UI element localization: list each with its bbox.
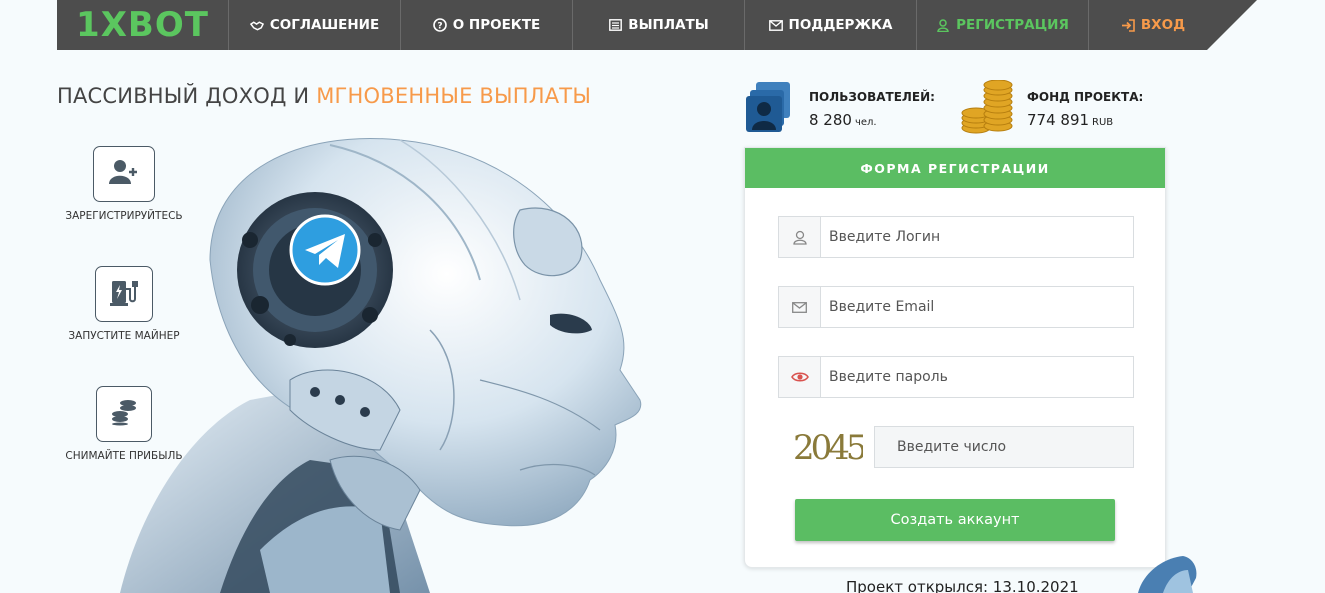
sign-in-icon: [1121, 18, 1135, 32]
nav-item-agreement[interactable]: СОГЛАШЕНИЕ: [228, 0, 400, 50]
user-icon: [936, 18, 950, 32]
charging-station-icon: [110, 277, 138, 312]
project-opened-date: Проект открылся: 13.10.2021: [846, 578, 1079, 593]
captcha-code: 2045: [793, 428, 863, 468]
user-icon: [779, 217, 821, 257]
fund-value: 774 891: [1027, 111, 1090, 129]
headline-accent: МГНОВЕННЫЕ ВЫПЛАТЫ: [316, 84, 592, 108]
svg-text:?: ?: [437, 22, 442, 32]
robot-decoration: [1138, 556, 1197, 593]
nav-label: ВХОД: [1140, 17, 1186, 33]
robot-head-illustration: [120, 138, 642, 593]
nav-item-about[interactable]: ? О ПРОЕКТЕ: [400, 0, 572, 50]
step-label: ЗАРЕГИСТРИРУЙТЕСЬ: [65, 210, 183, 222]
telegram-icon: [289, 214, 361, 286]
nav-item-registration[interactable]: РЕГИСТРАЦИЯ: [916, 0, 1088, 50]
password-field: [778, 356, 1134, 398]
users-unit: чел.: [854, 117, 877, 128]
password-input[interactable]: [821, 357, 1133, 397]
captcha-input[interactable]: [874, 426, 1134, 468]
fund-title: ФОНД ПРОЕКТА:: [1027, 90, 1144, 104]
envelope-icon: [779, 287, 821, 327]
login-field: [778, 216, 1134, 258]
step-box: [95, 266, 153, 322]
handshake-icon: [249, 18, 264, 32]
list-icon: [608, 18, 622, 32]
users-value: 8 280: [809, 111, 852, 129]
nav-label: РЕГИСТРАЦИЯ: [956, 17, 1069, 33]
top-navigation: 1XBOT СОГЛАШЕНИЕ ? О ПРОЕКТЕ ВЫПЛАТЫ ПОД…: [57, 0, 1257, 50]
eye-icon[interactable]: [779, 357, 821, 397]
step-start-miner: ЗАПУСТИТЕ МАЙНЕР: [54, 266, 194, 342]
nav-label: СОГЛАШЕНИЕ: [269, 17, 380, 33]
email-input[interactable]: [821, 287, 1133, 327]
step-label: ЗАПУСТИТЕ МАЙНЕР: [68, 330, 180, 342]
nav-label: ВЫПЛАТЫ: [628, 17, 709, 33]
nav-label: ПОДДЕРЖКА: [788, 17, 893, 33]
question-circle-icon: ?: [432, 18, 447, 32]
fund-amount: 774 891 RUB: [1027, 111, 1113, 129]
nav-item-login[interactable]: ВХОД: [1088, 0, 1217, 50]
create-account-button[interactable]: Создать аккаунт: [795, 499, 1115, 541]
nav-label: О ПРОЕКТЕ: [452, 17, 541, 33]
users-title: ПОЛЬЗОВАТЕЛЕЙ:: [809, 90, 935, 104]
form-title: ФОРМА РЕГИСТРАЦИИ: [745, 148, 1165, 188]
headline-main: ПАССИВНЫЙ ДОХОД И: [57, 84, 317, 108]
hero-headline: ПАССИВНЫЙ ДОХОД И МГНОВЕННЫЕ ВЫПЛАТЫ: [57, 84, 591, 108]
envelope-icon: [768, 18, 783, 32]
registration-form: ФОРМА РЕГИСТРАЦИИ 2045 Создать аккаунт: [744, 147, 1166, 568]
step-withdraw: СНИМАЙТЕ ПРИБЫЛЬ: [54, 386, 194, 462]
users-group-icon: [746, 82, 794, 137]
gold-coins-icon: [960, 79, 1016, 139]
captcha-image: 2045: [793, 428, 863, 468]
step-box: [93, 146, 155, 202]
fund-unit: RUB: [1092, 117, 1114, 128]
login-input[interactable]: [821, 217, 1133, 257]
nav-item-payouts[interactable]: ВЫПЛАТЫ: [572, 0, 744, 50]
user-add-icon: [109, 159, 139, 190]
step-label: СНИМАЙТЕ ПРИБЫЛЬ: [65, 450, 183, 462]
nav-item-support[interactable]: ПОДДЕРЖКА: [744, 0, 916, 50]
site-logo[interactable]: 1XBOT: [57, 0, 228, 50]
users-count: 8 280 чел.: [809, 111, 877, 129]
coins-stack-icon: [110, 398, 138, 431]
step-box: [96, 386, 152, 442]
step-register: ЗАРЕГИСТРИРУЙТЕСЬ: [54, 146, 194, 222]
email-field: [778, 286, 1134, 328]
